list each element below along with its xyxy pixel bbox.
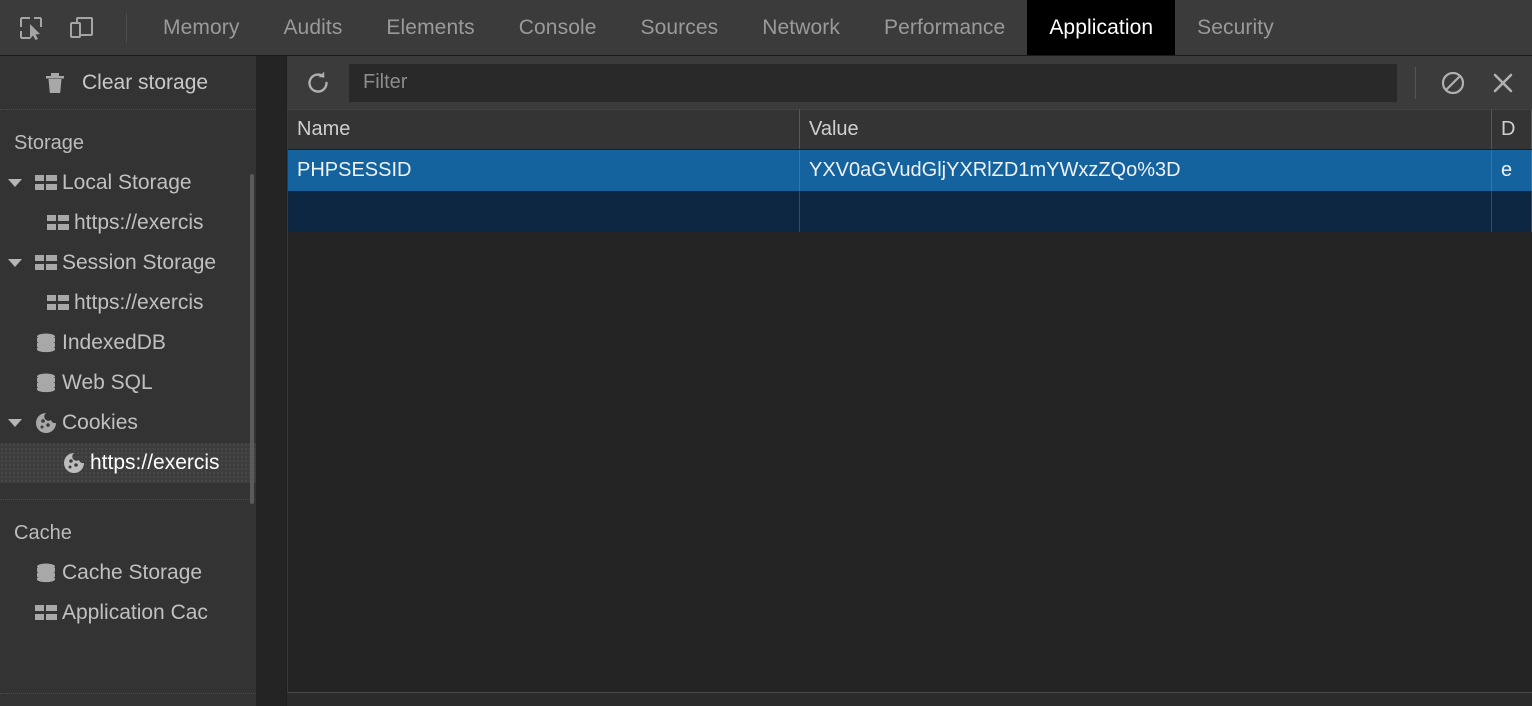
device-toolbar-button[interactable]: [64, 11, 98, 45]
delete-selected-cookie-button[interactable]: [1484, 64, 1522, 102]
clear-all-cookies-icon: [1439, 69, 1467, 97]
trash-icon: [44, 71, 66, 95]
sidebar-item-label: https://exercis: [90, 451, 220, 474]
cell-name[interactable]: PHPSESSID: [288, 150, 800, 191]
refresh-button[interactable]: [299, 64, 337, 102]
datagrid-header-row: Name Value D: [288, 110, 1532, 150]
tab-audits[interactable]: Audits: [261, 0, 364, 55]
sidebar-item-local-storage-origin[interactable]: https://exercis: [0, 203, 256, 243]
tab-elements[interactable]: Elements: [364, 0, 496, 55]
sidebar-item-cookies[interactable]: Cookies: [0, 403, 256, 443]
toolbar-divider: [1415, 66, 1416, 99]
chevron-down-icon[interactable]: [0, 179, 30, 187]
inspect-element-icon: [18, 15, 44, 41]
cache-section-title: Cache: [14, 522, 72, 544]
tab-application[interactable]: Application: [1027, 0, 1176, 55]
tab-label: Network: [762, 15, 840, 39]
toolbar-divider: [126, 12, 127, 43]
cookie-icon: [58, 452, 90, 474]
panel-tabs: Memory Audits Elements Console Sources N…: [141, 0, 1296, 55]
sidebar-item-label: https://exercis: [74, 211, 204, 234]
sidebar-item-cookies-origin[interactable]: https://exercis: [0, 443, 256, 483]
sidebar-item-application-cache[interactable]: Application Cac: [0, 593, 256, 633]
clear-storage-label: Clear storage: [82, 70, 209, 94]
database-icon: [30, 373, 62, 393]
application-sidebar: Clear storage Storage Local Storage http…: [0, 56, 256, 706]
storage-section-title: Storage: [14, 132, 85, 154]
tab-label: Application: [1049, 15, 1154, 39]
sidebar-item-cache-storage[interactable]: Cache Storage: [0, 553, 256, 593]
tab-label: Sources: [640, 15, 719, 39]
clear-storage-button[interactable]: Clear storage: [0, 56, 256, 110]
table-icon: [30, 174, 62, 192]
sidebar-item-session-storage-origin[interactable]: https://exercis: [0, 283, 256, 323]
tab-label: Console: [518, 15, 597, 39]
sidebar-splitter-gap: [256, 56, 286, 706]
devtools-window: Memory Audits Elements Console Sources N…: [0, 0, 1532, 706]
filter-input[interactable]: [349, 63, 1397, 102]
cookies-toolbar: [287, 56, 1532, 110]
sidebar-item-label: Application Cac: [62, 601, 208, 624]
tab-network[interactable]: Network: [740, 0, 862, 55]
column-header-value[interactable]: Value: [800, 110, 1492, 149]
datagrid-body: PHPSESSID YXV0aGVudGljYXRlZD1mYWxzZQo%3D…: [288, 150, 1532, 692]
cookie-icon: [30, 412, 62, 434]
sidebar-item-label: Cookies: [62, 411, 138, 434]
devtools-tabbar: Memory Audits Elements Console Sources N…: [0, 0, 1532, 56]
tab-label: Audits: [283, 15, 343, 39]
sidebar-item-local-storage[interactable]: Local Storage: [0, 163, 256, 203]
table-icon: [42, 294, 74, 312]
cell-domain[interactable]: e: [1492, 150, 1532, 191]
tab-label: Security: [1197, 15, 1274, 39]
sidebar-item-web-sql[interactable]: Web SQL: [0, 363, 256, 403]
chevron-down-icon[interactable]: [0, 259, 30, 267]
tab-memory[interactable]: Memory: [141, 0, 261, 55]
clear-all-cookies-button[interactable]: [1434, 64, 1472, 102]
sidebar-item-label: Cache Storage: [62, 561, 203, 584]
cache-tree: Cache Storage Application Cac: [0, 553, 256, 633]
devtools-body: Clear storage Storage Local Storage http…: [0, 56, 1532, 706]
column-header-name[interactable]: Name: [288, 110, 800, 149]
cell-domain[interactable]: [1492, 191, 1532, 232]
cell-name[interactable]: [288, 191, 800, 232]
table-icon: [30, 254, 62, 272]
database-icon: [30, 563, 62, 583]
column-header-domain[interactable]: D: [1492, 110, 1532, 149]
tab-performance[interactable]: Performance: [862, 0, 1027, 55]
tab-security[interactable]: Security: [1175, 0, 1296, 55]
sidebar-item-session-storage[interactable]: Session Storage: [0, 243, 256, 283]
cookies-datagrid: Name Value D PHPSESSID YXV0aGVudGljYXRlZ…: [287, 110, 1532, 693]
chevron-down-icon[interactable]: [0, 419, 30, 427]
cell-value[interactable]: [800, 191, 1492, 232]
sidebar-item-label: IndexedDB: [62, 331, 166, 354]
sidebar-item-indexeddb[interactable]: IndexedDB: [0, 323, 256, 363]
sidebar-item-label: Local Storage: [62, 171, 192, 194]
cookies-panel: Name Value D PHPSESSID YXV0aGVudGljYXRlZ…: [287, 56, 1532, 706]
panel-footer: [287, 693, 1532, 706]
database-icon: [30, 333, 62, 353]
sidebar-item-label: https://exercis: [74, 291, 204, 314]
refresh-icon: [304, 69, 332, 97]
storage-tree: Local Storage https://exercis Session St…: [0, 163, 256, 483]
cell-value[interactable]: YXV0aGVudGljYXRlZD1mYWxzZQo%3D: [800, 150, 1492, 191]
sidebar-item-label: Web SQL: [62, 371, 153, 394]
sidebar-item-label: Session Storage: [62, 251, 217, 274]
toolbar-icon-group: [0, 0, 141, 55]
inspect-element-button[interactable]: [14, 11, 48, 45]
table-row[interactable]: PHPSESSID YXV0aGVudGljYXRlZD1mYWxzZQo%3D…: [288, 150, 1532, 191]
sidebar-scrollbar[interactable]: [250, 174, 254, 504]
tab-label: Performance: [883, 15, 1006, 39]
table-icon: [30, 604, 62, 622]
table-icon: [42, 214, 74, 232]
tab-console[interactable]: Console: [497, 0, 619, 55]
device-toolbar-icon: [68, 15, 94, 41]
close-icon: [1489, 69, 1517, 97]
tab-label: Memory: [163, 15, 240, 39]
tab-sources[interactable]: Sources: [619, 0, 741, 55]
tab-label: Elements: [386, 15, 475, 39]
table-row-empty[interactable]: [288, 191, 1532, 232]
